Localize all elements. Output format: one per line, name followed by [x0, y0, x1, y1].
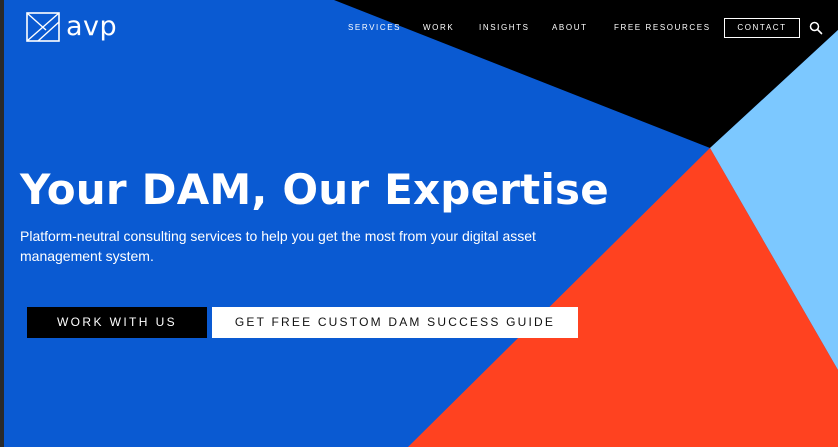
nav-item-about[interactable]: ABOUT: [552, 18, 588, 38]
main-navigation: SERVICES WORK INSIGHTS ABOUT FREE RESOUR…: [4, 18, 838, 38]
hero-subtitle: Platform-neutral consulting services to …: [20, 228, 536, 264]
nav-item-work[interactable]: WORK: [423, 18, 454, 38]
hero-background-shapes: [4, 0, 838, 447]
contact-button[interactable]: CONTACT: [724, 18, 800, 38]
hero-section: avp SERVICES WORK INSIGHTS ABOUT FREE RE…: [4, 0, 838, 447]
nav-item-insights[interactable]: INSIGHTS: [479, 18, 530, 38]
nav-item-free-resources[interactable]: FREE RESOURCES: [614, 18, 711, 38]
nav-item-services[interactable]: SERVICES: [348, 18, 401, 38]
hero-title: Your DAM, Our Expertise: [20, 165, 609, 214]
search-icon[interactable]: [809, 21, 823, 35]
work-with-us-button[interactable]: WORK WITH US: [27, 307, 207, 338]
get-guide-button[interactable]: GET FREE CUSTOM DAM SUCCESS GUIDE: [212, 307, 578, 338]
